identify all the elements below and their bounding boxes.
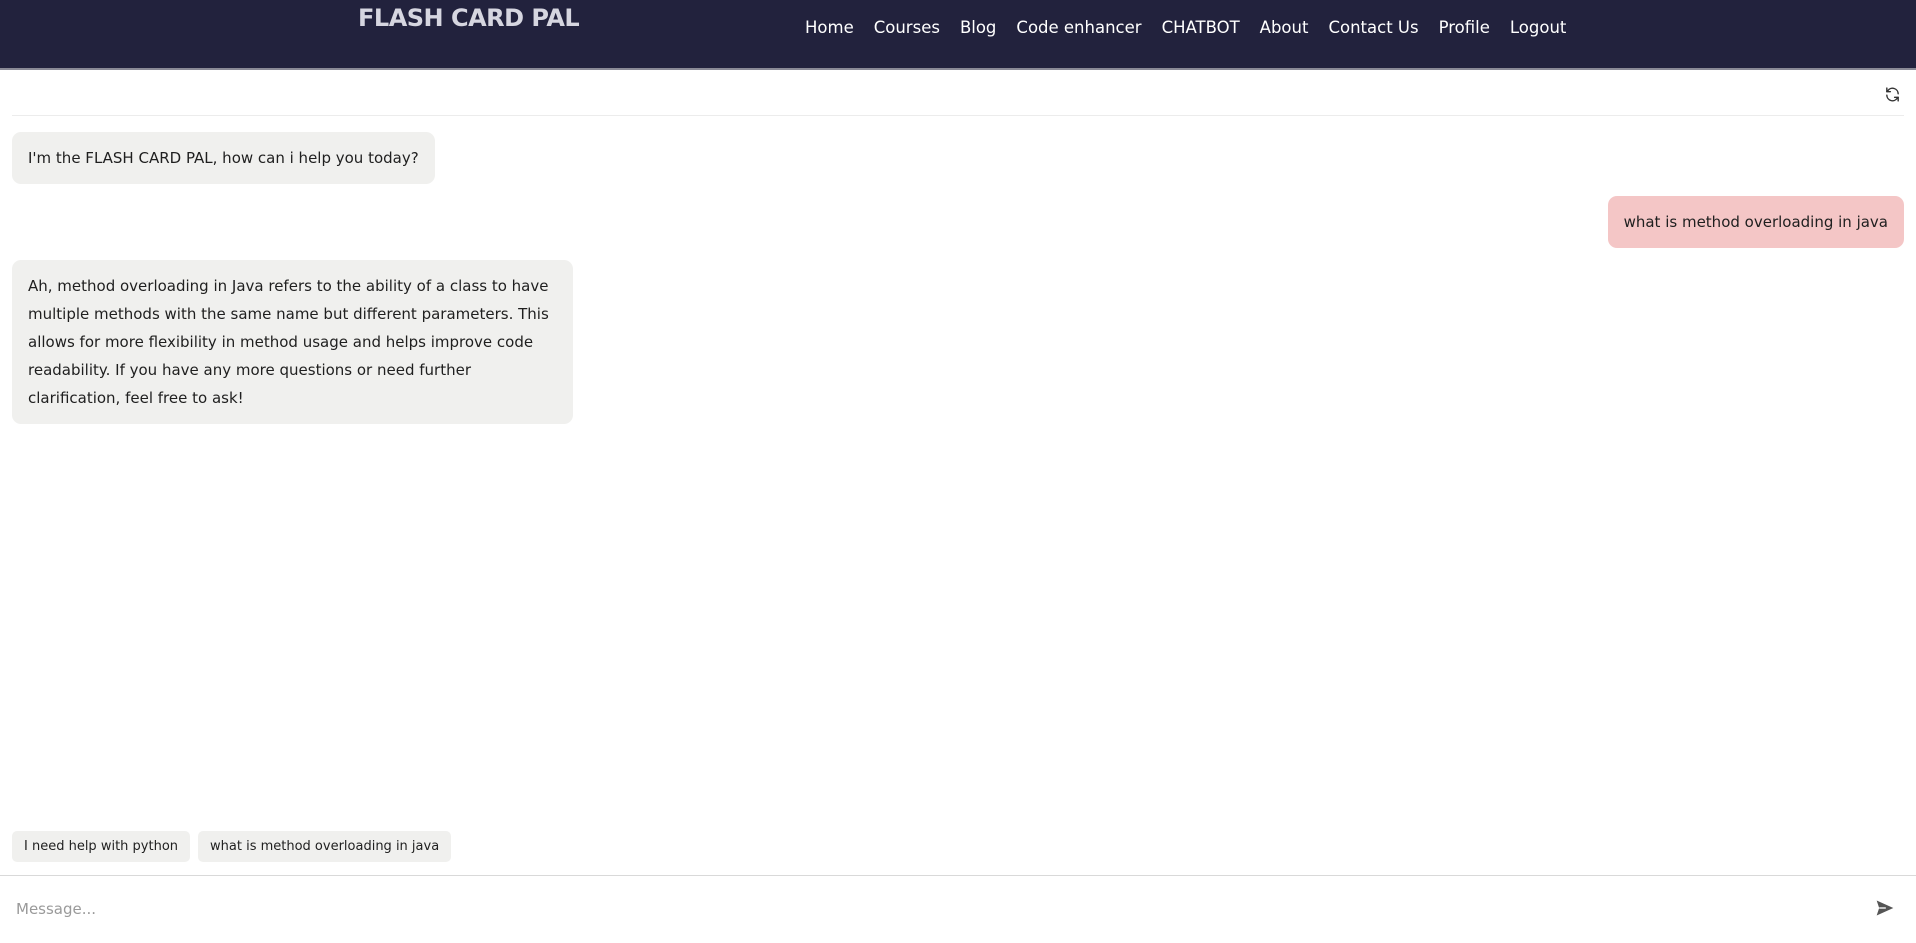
suggestion-chip[interactable]: I need help with python <box>12 831 191 862</box>
nav-link-profile[interactable]: Profile <box>1429 16 1500 40</box>
bot-message: Ah, method overloading in Java refers to… <box>12 260 573 424</box>
nav-link-code-enhancer[interactable]: Code enhancer <box>1006 16 1151 40</box>
suggestion-chips: I need help with python what is method o… <box>12 831 452 862</box>
refresh-icon <box>1885 86 1899 102</box>
nav-link-home[interactable]: Home <box>795 16 864 40</box>
suggestion-chip[interactable]: what is method overloading in java <box>198 831 452 862</box>
user-message: what is method overloading in java <box>1607 196 1904 248</box>
send-icon <box>1876 900 1894 916</box>
nav-link-contact-us[interactable]: Contact Us <box>1318 16 1428 40</box>
nav-link-blog[interactable]: Blog <box>950 16 1006 40</box>
chat-toolbar <box>12 72 1904 116</box>
message-input[interactable] <box>0 876 1860 942</box>
main-nav: Home Courses Blog Code enhancer CHATBOT … <box>795 16 1576 40</box>
nav-link-courses[interactable]: Courses <box>864 16 950 40</box>
nav-link-about[interactable]: About <box>1250 16 1319 40</box>
refresh-chat-button[interactable] <box>1880 82 1904 106</box>
send-button[interactable] <box>1872 895 1898 921</box>
nav-link-chatbot[interactable]: CHATBOT <box>1152 16 1250 40</box>
message-composer <box>0 875 1916 943</box>
brand-logo[interactable]: FLASH CARD PAL <box>358 4 580 32</box>
nav-link-logout[interactable]: Logout <box>1500 16 1577 40</box>
bot-message: I'm the FLASH CARD PAL, how can i help y… <box>12 132 435 184</box>
top-navigation-bar: FLASH CARD PAL Home Courses Blog Code en… <box>0 0 1916 70</box>
